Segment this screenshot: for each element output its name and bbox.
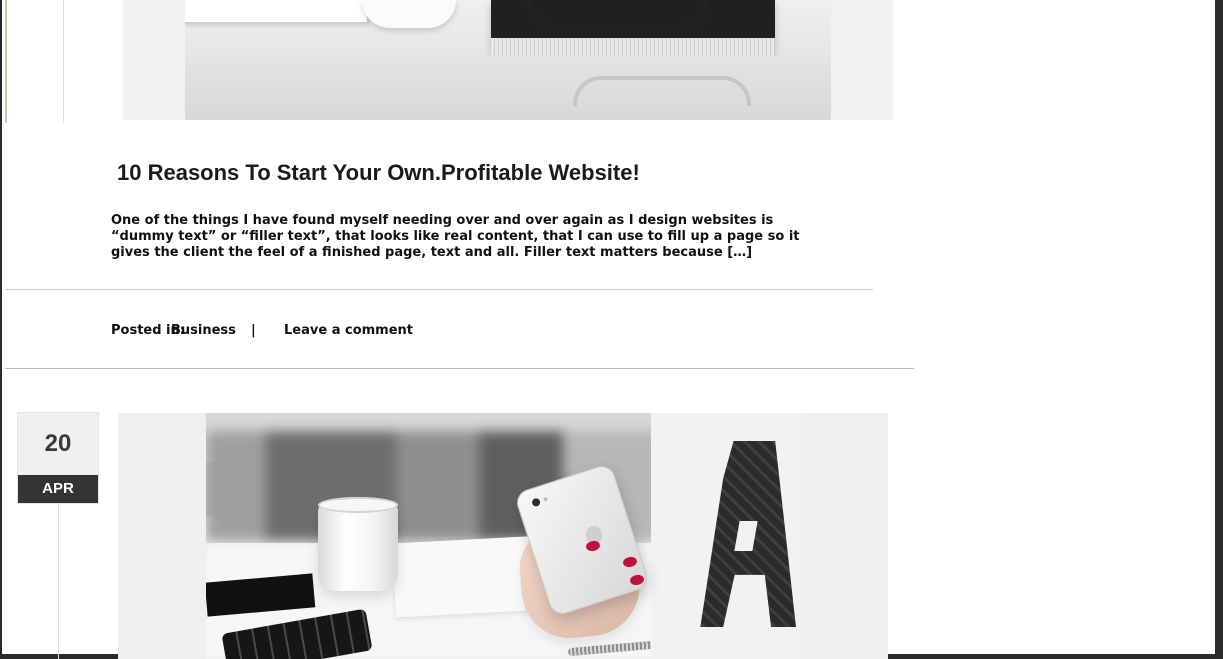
post-title[interactable]: 10 Reasons To Start Your Own.Profitable … (117, 156, 877, 190)
timeline-line (63, 0, 64, 123)
window-left-edge (0, 0, 2, 659)
keyboard-illustration (185, 0, 369, 24)
window-right-edge (1215, 0, 1223, 659)
date-badge: 20 APR (18, 413, 98, 503)
post-excerpt-text: One of the things I have found myself ne… (111, 213, 800, 260)
flash-icon (543, 496, 549, 502)
post-featured-image[interactable] (123, 0, 893, 120)
post-featured-image[interactable] (118, 413, 888, 659)
mouse-illustration (362, 0, 456, 28)
glasses-reflection (573, 76, 751, 106)
post-divider (5, 289, 873, 290)
read-more-link[interactable]: […] (727, 245, 752, 260)
section-divider (5, 368, 914, 369)
category-link[interactable]: Business (171, 323, 236, 338)
date-day: 20 (18, 413, 98, 475)
date-month: APR (18, 475, 98, 503)
glasses-illustration (527, 0, 709, 30)
meta-separator: | (251, 323, 256, 338)
phone-workspace-photo (206, 413, 801, 659)
white-cup (318, 497, 398, 591)
window-left-accent (5, 0, 7, 123)
camera-icon (531, 497, 542, 508)
timeline-line (58, 503, 59, 659)
leave-comment-link[interactable]: Leave a comment (284, 323, 413, 338)
post-excerpt: One of the things I have found myself ne… (111, 213, 826, 261)
workspace-photo (185, 0, 831, 120)
